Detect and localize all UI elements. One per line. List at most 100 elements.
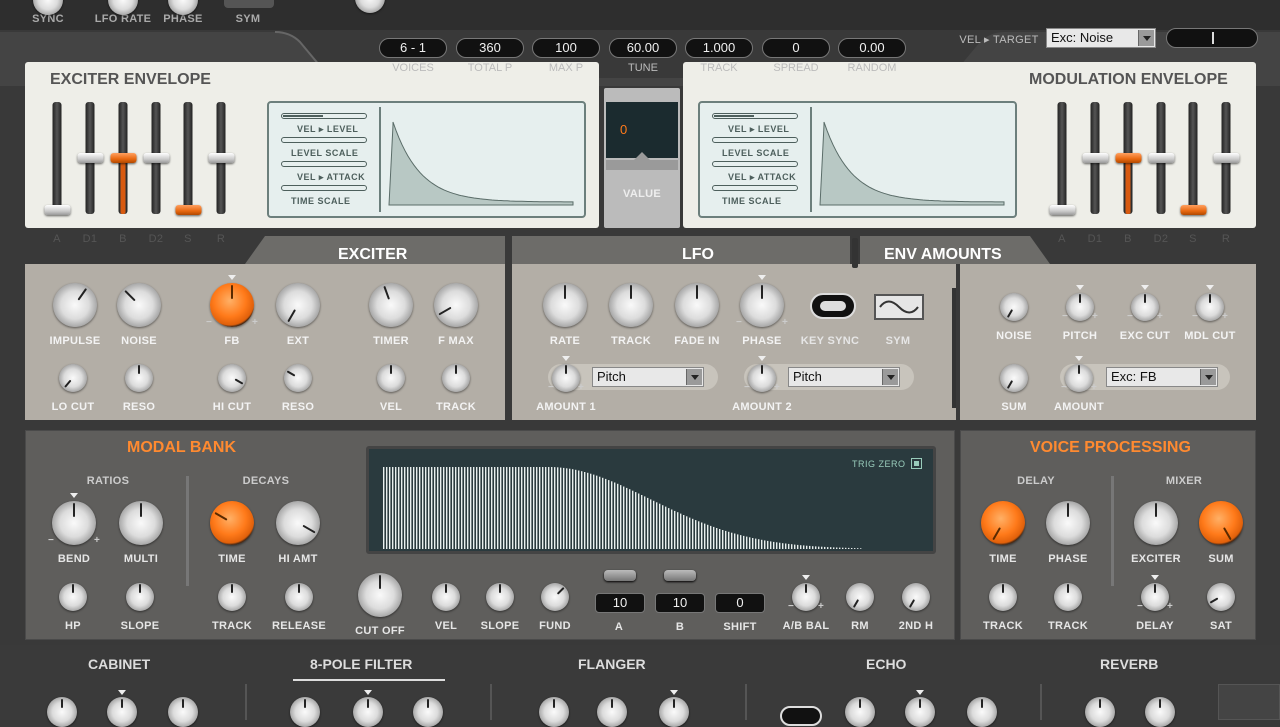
- mod-slider-d1[interactable]: [1082, 102, 1108, 214]
- lfo-track-knob[interactable]: [609, 283, 653, 327]
- mod-lcd-bar[interactable]: [712, 113, 798, 119]
- voice-param-tune[interactable]: 60.00: [609, 38, 677, 58]
- delay-knob[interactable]: [1141, 583, 1169, 611]
- effect-knob[interactable]: [107, 697, 137, 727]
- shift-value[interactable]: 0: [715, 593, 765, 613]
- fund-knob[interactable]: [541, 583, 569, 611]
- delay-phase-knob[interactable]: [1046, 501, 1090, 545]
- 2ndh-knob[interactable]: [902, 583, 930, 611]
- lfo-dest2-dropdown[interactable]: Pitch: [788, 367, 900, 387]
- voice-param-track[interactable]: 1.000: [685, 38, 753, 58]
- trig-zero-checkbox[interactable]: [911, 458, 922, 469]
- a-value[interactable]: 10: [595, 593, 645, 613]
- slider-handle[interactable]: [44, 204, 70, 215]
- mod-lcd-bar[interactable]: [712, 161, 798, 167]
- env-pitch-knob[interactable]: [1066, 293, 1094, 321]
- lfo-rate-knob[interactable]: [543, 283, 587, 327]
- slider-handle[interactable]: [143, 153, 169, 163]
- multi-knob[interactable]: [119, 501, 163, 545]
- top-sym-button[interactable]: [224, 0, 274, 8]
- flanger-label[interactable]: FLANGER: [578, 656, 646, 672]
- vel2-knob[interactable]: [432, 583, 460, 611]
- vel-target-dropdown[interactable]: Exc: Noise: [1046, 28, 1156, 48]
- exc-lcd-bar[interactable]: [281, 161, 367, 167]
- mixer-sum-knob[interactable]: [1199, 501, 1243, 545]
- slope-knob[interactable]: [126, 583, 154, 611]
- exc-slider-d1[interactable]: [77, 102, 103, 214]
- bend-knob[interactable]: [52, 501, 96, 545]
- effect-knob[interactable]: [290, 697, 320, 727]
- hp-knob[interactable]: [59, 583, 87, 611]
- effect-knob[interactable]: [47, 697, 77, 727]
- lfo-amount2-knob[interactable]: [748, 364, 776, 392]
- slider-handle[interactable]: [175, 204, 201, 215]
- lfo-fadein-knob[interactable]: [675, 283, 719, 327]
- reso2-knob[interactable]: [284, 364, 312, 392]
- env-exccut-knob[interactable]: [1131, 293, 1159, 321]
- voice-param-voices[interactable]: 6 - 1: [379, 38, 447, 58]
- exc-slider-s[interactable]: [175, 102, 201, 215]
- env-mdlcut-knob[interactable]: [1196, 293, 1224, 321]
- effect-knob[interactable]: [539, 697, 569, 727]
- cutoff-knob[interactable]: [358, 573, 402, 617]
- delay-track2-knob[interactable]: [1054, 583, 1082, 611]
- slider-handle[interactable]: [1082, 153, 1108, 163]
- effect-knob[interactable]: [353, 697, 383, 727]
- timer-knob[interactable]: [369, 283, 413, 327]
- release-knob[interactable]: [285, 583, 313, 611]
- echo-sync-button[interactable]: [780, 706, 822, 726]
- decay-track-knob[interactable]: [218, 583, 246, 611]
- effect-knob[interactable]: [659, 697, 689, 727]
- env-sum-knob[interactable]: [1000, 364, 1028, 392]
- slider-handle[interactable]: [110, 153, 136, 163]
- track-knob[interactable]: [442, 364, 470, 392]
- abbal-knob[interactable]: [792, 583, 820, 611]
- effect-knob[interactable]: [967, 697, 997, 727]
- mod-slider-b[interactable]: [1115, 102, 1141, 214]
- mod-slider-a[interactable]: [1049, 102, 1075, 215]
- exc-slider-a[interactable]: [44, 102, 70, 215]
- delay-track1-knob[interactable]: [989, 583, 1017, 611]
- vel-knob[interactable]: [377, 364, 405, 392]
- effect-knob[interactable]: [1145, 697, 1175, 727]
- echo-label[interactable]: ECHO: [866, 656, 906, 672]
- lfo-dest1-dropdown[interactable]: Pitch: [592, 367, 704, 387]
- slope2-knob[interactable]: [486, 583, 514, 611]
- fb-knob[interactable]: [210, 283, 254, 327]
- slider-handle[interactable]: [1180, 204, 1206, 215]
- filter-label[interactable]: 8-POLE FILTER: [310, 656, 412, 672]
- vel-target-amount-bar[interactable]: [1166, 28, 1258, 48]
- effect-knob[interactable]: [413, 697, 443, 727]
- exc-lcd-bar[interactable]: [281, 185, 367, 191]
- effect-knob[interactable]: [905, 697, 935, 727]
- lfo-phase-knob[interactable]: [740, 283, 784, 327]
- mod-slider-d2[interactable]: [1148, 102, 1174, 214]
- b-button[interactable]: [664, 570, 696, 581]
- mixer-exciter-knob[interactable]: [1134, 501, 1178, 545]
- mod-lcd-bar[interactable]: [712, 137, 798, 143]
- exc-slider-r[interactable]: [208, 102, 234, 214]
- exc-lcd-bar[interactable]: [281, 137, 367, 143]
- reverb-label[interactable]: REVERB: [1100, 656, 1158, 672]
- voice-param-spread[interactable]: 0: [762, 38, 830, 58]
- hicut-knob[interactable]: [218, 364, 246, 392]
- impulse-knob[interactable]: [53, 283, 97, 327]
- hiamt-knob[interactable]: [276, 501, 320, 545]
- env-amount-knob[interactable]: [1065, 364, 1093, 392]
- env-noise-knob[interactable]: [1000, 293, 1028, 321]
- key-sync-button[interactable]: [810, 293, 856, 319]
- locut-knob[interactable]: [59, 364, 87, 392]
- effect-knob[interactable]: [1085, 697, 1115, 727]
- voice-param-random[interactable]: 0.00: [838, 38, 906, 58]
- ext-knob[interactable]: [276, 283, 320, 327]
- a-button[interactable]: [604, 570, 636, 581]
- lfo-amount1-knob[interactable]: [552, 364, 580, 392]
- noise-knob[interactable]: [117, 283, 161, 327]
- delay-time-knob[interactable]: [981, 501, 1025, 545]
- mod-slider-s[interactable]: [1180, 102, 1206, 215]
- slider-handle[interactable]: [208, 153, 234, 163]
- sat-knob[interactable]: [1207, 583, 1235, 611]
- slider-handle[interactable]: [1213, 153, 1239, 163]
- voice-param-total-p[interactable]: 360: [456, 38, 524, 58]
- effect-knob[interactable]: [597, 697, 627, 727]
